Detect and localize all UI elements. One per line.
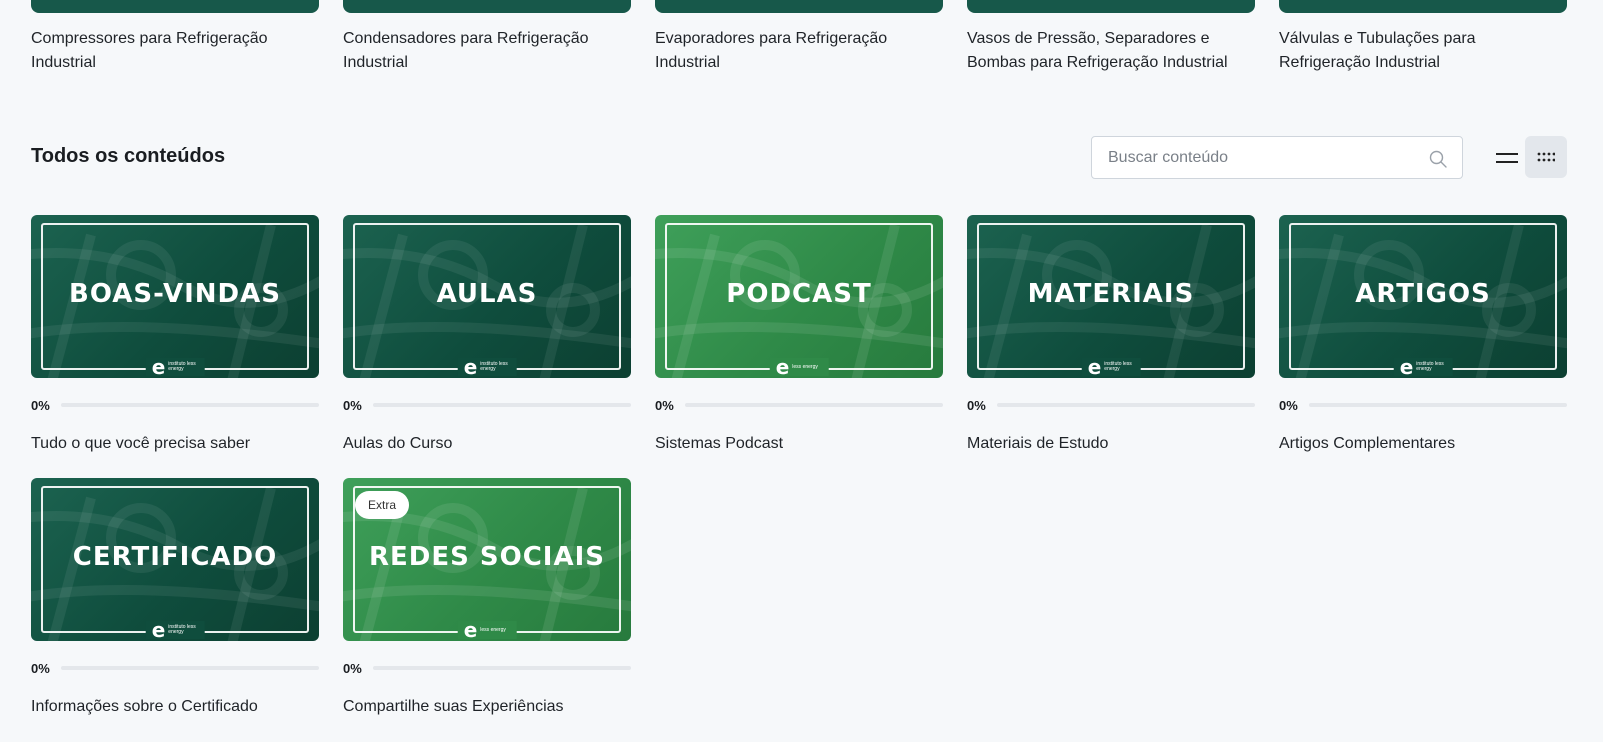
thumbnail-banner: CERTIFICADO [72, 542, 278, 572]
course-thumbnail[interactable] [967, 0, 1255, 13]
logo-letter: e [463, 355, 478, 378]
thumbnail-banner: PODCAST [726, 279, 872, 309]
progress-percent: 0% [31, 660, 50, 676]
progress-percent: 0% [343, 397, 362, 413]
course-thumbnail[interactable] [343, 0, 631, 13]
content-title[interactable]: Artigos Complementares [1279, 435, 1567, 453]
brand-logo: e instituto less energy [145, 618, 205, 641]
logo-letter: e [1087, 355, 1102, 378]
course-card[interactable]: Compressores para Refrigeração Industria… [31, 0, 319, 80]
progress-percent: 0% [967, 397, 986, 413]
course-card[interactable]: Vasos de Pressão, Separadores e Bombas p… [967, 0, 1255, 80]
brand-logo: e less energy [457, 618, 517, 641]
content-title[interactable]: Aulas do Curso [343, 435, 631, 453]
search-input[interactable] [1092, 137, 1462, 178]
section-title: Todos os conteúdos [31, 145, 226, 167]
logo-text: less energy [480, 626, 506, 633]
course-title[interactable]: Condensadores para Refrigeração Industri… [343, 27, 631, 75]
progress-row: 0% [1279, 395, 1567, 415]
content-card[interactable]: AULAS e instituto less energy 0% Aulas d… [343, 215, 631, 478]
content-title[interactable]: Tudo o que você precisa saber [31, 435, 319, 453]
thumbnail-banner: AULAS [436, 279, 538, 309]
thumbnail-banner: MATERIAIS [1027, 279, 1195, 309]
content-card[interactable]: ARTIGOS e instituto less energy 0% Artig… [1279, 215, 1567, 478]
progress-bar [373, 666, 631, 670]
course-card[interactable]: Válvulas e Tubulações para Refrigeração … [1279, 0, 1567, 80]
content-thumbnail[interactable]: AULAS e instituto less energy [343, 215, 631, 378]
course-title[interactable]: Vasos de Pressão, Separadores e Bombas p… [967, 27, 1255, 75]
logo-letter: e [151, 618, 166, 641]
logo-text: instituto less energy [1104, 361, 1132, 372]
progress-bar [1309, 403, 1567, 407]
content-card[interactable]: PODCAST e less energy 0% Sistemas Podcas… [655, 215, 943, 478]
progress-percent: 0% [343, 660, 362, 676]
content-thumbnail[interactable]: MATERIAIS e instituto less energy [967, 215, 1255, 378]
brand-logo: e instituto less energy [1081, 355, 1141, 378]
list-view-button[interactable] [1489, 140, 1525, 176]
progress-row: 0% [31, 658, 319, 678]
brand-logo: e instituto less energy [145, 355, 205, 378]
content-thumbnail[interactable]: ARTIGOS e instituto less energy [1279, 215, 1567, 378]
content-thumbnail[interactable]: BOAS-VINDAS e instituto less energy [31, 215, 319, 378]
content-thumbnail[interactable]: PODCAST e less energy [655, 215, 943, 378]
content-card[interactable]: MATERIAIS e instituto less energy 0% Mat… [967, 215, 1255, 478]
extra-badge: Extra [355, 491, 410, 519]
contents-header: Todos os conteúdos [31, 136, 1567, 180]
progress-row: 0% [967, 395, 1255, 415]
content-title[interactable]: Sistemas Podcast [655, 435, 943, 453]
content-title[interactable]: Informações sobre o Certificado [31, 698, 319, 716]
logo-text: instituto less energy [168, 624, 196, 635]
logo-letter: e [775, 355, 790, 378]
progress-bar [61, 666, 319, 670]
progress-row: 0% [343, 658, 631, 678]
course-thumbnail[interactable] [1279, 0, 1567, 13]
brand-logo: e instituto less energy [457, 355, 517, 378]
search-icon[interactable] [1428, 149, 1448, 169]
course-title[interactable]: Evaporadores para Refrigeração Industria… [655, 27, 943, 75]
progress-row: 0% [655, 395, 943, 415]
logo-text: instituto less energy [168, 361, 196, 372]
progress-bar [373, 403, 631, 407]
content-title[interactable]: Compartilhe suas Experiências [343, 698, 631, 716]
related-courses-row: Compressores para Refrigeração Industria… [31, 0, 1567, 80]
list-view-icon [1496, 153, 1518, 163]
grid-view-icon [1537, 152, 1555, 162]
logo-letter: e [463, 618, 478, 641]
logo-text: instituto less energy [480, 361, 508, 372]
course-card[interactable]: Condensadores para Refrigeração Industri… [343, 0, 631, 80]
content-card[interactable]: BOAS-VINDAS e instituto less energy 0% T… [31, 215, 319, 478]
logo-letter: e [151, 355, 166, 378]
search-box[interactable] [1091, 136, 1463, 179]
progress-percent: 0% [31, 397, 50, 413]
logo-text: less energy [792, 363, 818, 370]
progress-bar [685, 403, 943, 407]
progress-percent: 0% [1279, 397, 1298, 413]
brand-logo: e less energy [769, 355, 829, 378]
content-title[interactable]: Materiais de Estudo [967, 435, 1255, 453]
logo-text: instituto less energy [1416, 361, 1444, 372]
content-thumbnail[interactable]: CERTIFICADO e instituto less energy [31, 478, 319, 641]
content-card[interactable]: CERTIFICADO e instituto less energy 0% I… [31, 478, 319, 741]
thumbnail-banner: BOAS-VINDAS [69, 279, 281, 309]
brand-logo: e instituto less energy [1393, 355, 1453, 378]
progress-bar [61, 403, 319, 407]
course-title[interactable]: Compressores para Refrigeração Industria… [31, 27, 319, 75]
thumbnail-banner: ARTIGOS [1355, 279, 1491, 309]
thumbnail-banner: REDES SOCIAIS [368, 542, 605, 572]
logo-letter: e [1399, 355, 1414, 378]
progress-row: 0% [31, 395, 319, 415]
course-card[interactable]: Evaporadores para Refrigeração Industria… [655, 0, 943, 80]
progress-bar [997, 403, 1255, 407]
progress-row: 0% [343, 395, 631, 415]
course-title[interactable]: Válvulas e Tubulações para Refrigeração … [1279, 27, 1567, 75]
content-thumbnail[interactable]: REDES SOCIAIS e less energy Extra [343, 478, 631, 641]
content-card[interactable]: REDES SOCIAIS e less energy Extra 0% Com… [343, 478, 631, 741]
progress-percent: 0% [655, 397, 674, 413]
content-grid: BOAS-VINDAS e instituto less energy 0% T… [31, 215, 1567, 741]
grid-view-button[interactable] [1525, 136, 1567, 178]
course-thumbnail[interactable] [655, 0, 943, 13]
course-thumbnail[interactable] [31, 0, 319, 13]
